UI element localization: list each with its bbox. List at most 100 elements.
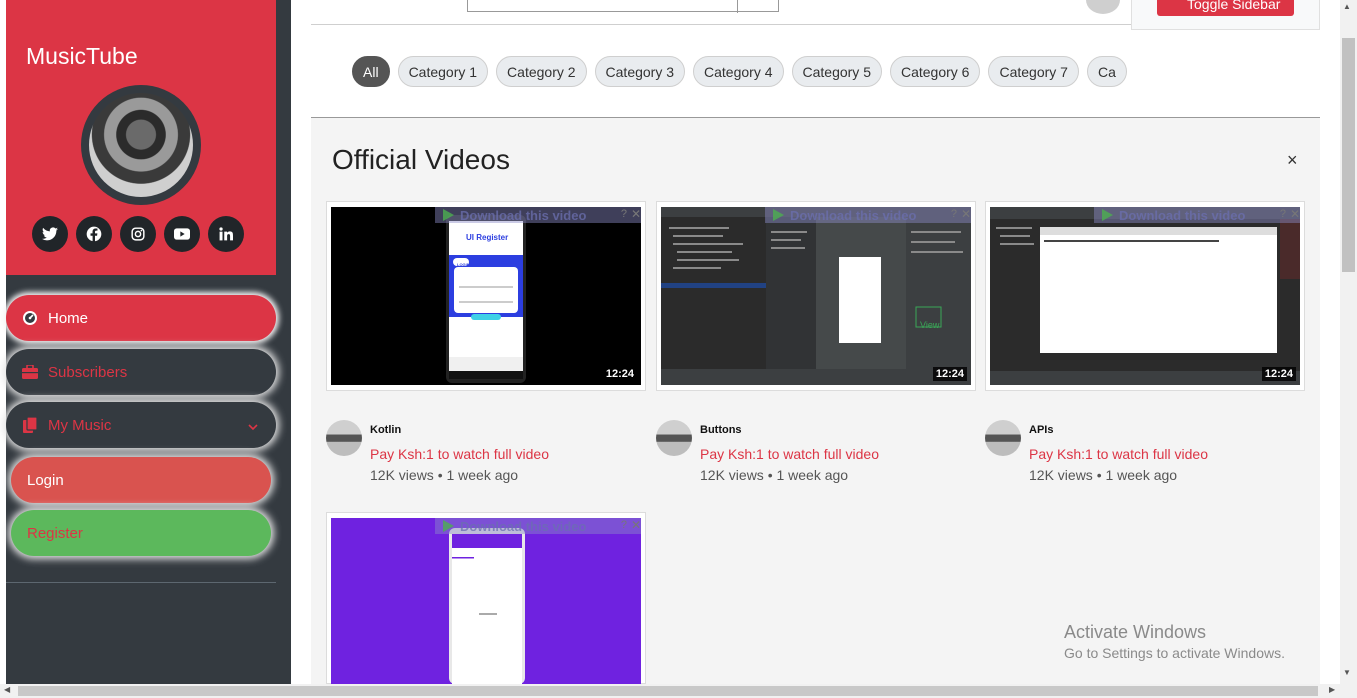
video-title[interactable]: APIs — [1029, 424, 1053, 436]
video-title[interactable]: Buttons — [700, 424, 742, 436]
user-avatar[interactable] — [1086, 0, 1120, 14]
video-stats: 12K views • 1 week ago — [1029, 467, 1178, 483]
toggle-sidebar-button[interactable]: Toggle Sidebar — [1157, 0, 1294, 16]
video-card[interactable]: Download this video ? ✕ — [326, 512, 646, 684]
category-chip[interactable]: Category 7 — [988, 56, 1079, 87]
download-label: Download this video — [460, 518, 587, 534]
category-chip[interactable]: Category 5 — [791, 56, 882, 87]
help-icon[interactable]: ? — [951, 208, 957, 220]
close-icon[interactable]: ✕ — [631, 207, 641, 221]
windows-activation-notice: Activate Windows Go to Settings to activ… — [1064, 622, 1285, 661]
login-button[interactable]: Login — [11, 457, 271, 503]
scroll-left-icon[interactable]: ◀ — [4, 685, 10, 694]
thumbnail-heading: UI Register — [466, 233, 509, 242]
download-overlay[interactable]: Download this video ? ✕ — [435, 518, 641, 534]
download-label: Download this video — [790, 207, 917, 223]
twitter-icon[interactable] — [32, 216, 68, 252]
scroll-right-icon[interactable]: ▶ — [1329, 685, 1335, 694]
register-label: Register — [27, 524, 83, 542]
avatar — [81, 85, 201, 205]
video-title[interactable]: Kotlin — [370, 424, 401, 436]
download-overlay[interactable]: Download this video ? ✕ — [1094, 207, 1300, 223]
video-stats: 12K views • 1 week ago — [700, 467, 849, 483]
copy-icon — [22, 417, 38, 433]
category-chip[interactable]: Category 2 — [496, 56, 587, 87]
scroll-down-icon[interactable]: ▼ — [1343, 668, 1351, 677]
scroll-up-icon[interactable]: ▲ — [1343, 2, 1351, 11]
linkedin-icon[interactable] — [208, 216, 244, 252]
section-title: Official Videos — [332, 144, 510, 175]
activation-title: Activate Windows — [1064, 622, 1207, 642]
sidebar-item-my-music[interactable]: My Music — [6, 402, 276, 448]
brand-title[interactable]: MusicTube — [26, 43, 138, 70]
video-card[interactable]: View 12:24 Download this video ? ✕ — [656, 201, 976, 391]
dashboard-icon — [22, 310, 38, 326]
video-thumbnail[interactable]: UI Register LOGIN Register 12:24 Downloa… — [331, 207, 641, 385]
help-icon[interactable]: ? — [621, 519, 627, 531]
pay-link[interactable]: Pay Ksh:1 to watch full video — [700, 446, 879, 462]
close-icon[interactable]: × — [1287, 150, 1298, 171]
play-icon — [443, 520, 454, 532]
download-overlay[interactable]: Download this video ? ✕ — [765, 207, 971, 223]
ide-thumbnail-art — [661, 207, 971, 385]
avatar-image — [89, 93, 193, 197]
download-label: Download this video — [460, 207, 587, 223]
horizontal-scroll-thumb[interactable] — [18, 686, 1318, 696]
thumbnail-login-tab: LOGIN — [457, 262, 470, 267]
vertical-scroll-thumb[interactable] — [1342, 38, 1355, 272]
thumbnail-view-label: View — [920, 320, 940, 330]
help-icon[interactable]: ? — [1280, 208, 1286, 220]
channel-avatar[interactable] — [326, 420, 362, 456]
sidebar-item-subscribers[interactable]: Subscribers — [6, 349, 276, 395]
category-chips: All Category 1 Category 2 Category 3 Categor… — [352, 56, 1130, 88]
youtube-icon[interactable] — [164, 216, 200, 252]
sidebar-item-label: Home — [48, 309, 89, 327]
video-thumbnail[interactable]: 12:24 Download this video ? ✕ — [990, 207, 1300, 385]
sidebar-divider — [6, 582, 276, 583]
video-duration: 12:24 — [602, 367, 637, 381]
activation-subtitle: Go to Settings to activate Windows. — [1064, 645, 1285, 661]
video-duration: 12:24 — [932, 367, 967, 381]
browser-thumbnail-art — [990, 207, 1300, 385]
chevron-down-icon[interactable] — [248, 418, 258, 435]
video-card[interactable]: 12:24 Download this video ? ✕ — [985, 201, 1305, 391]
video-stats: 12K views • 1 week ago — [370, 467, 519, 483]
instagram-icon[interactable] — [120, 216, 156, 252]
play-icon — [773, 209, 784, 221]
video-duration: 12:24 — [1261, 367, 1296, 381]
pay-link[interactable]: Pay Ksh:1 to watch full video — [370, 446, 549, 462]
register-button[interactable]: Register — [11, 510, 271, 556]
category-chip[interactable]: Category 1 — [397, 56, 489, 87]
help-icon[interactable]: ? — [621, 208, 627, 220]
category-chip[interactable]: All — [352, 56, 390, 87]
category-chip[interactable]: Category 3 — [594, 56, 686, 87]
facebook-icon[interactable] — [76, 216, 112, 252]
pay-link[interactable]: Pay Ksh:1 to watch full video — [1029, 446, 1208, 462]
sidebar: MusicTube Home Subscribers My Music Logi… — [0, 0, 291, 698]
close-icon[interactable]: ✕ — [961, 207, 971, 221]
phone-thumbnail-art — [449, 528, 525, 684]
social-links — [32, 216, 244, 252]
play-icon — [443, 209, 454, 221]
sidebar-item-label: Subscribers — [48, 363, 128, 381]
video-meta: APIs Pay Ksh:1 to watch full video 12K v… — [985, 420, 1305, 484]
channel-avatar[interactable] — [985, 420, 1021, 456]
video-card[interactable]: UI Register LOGIN Register 12:24 Downloa… — [326, 201, 646, 391]
video-thumbnail[interactable]: View 12:24 Download this video ? ✕ — [661, 207, 971, 385]
category-chip[interactable]: Ca — [1086, 56, 1127, 87]
close-icon[interactable]: ✕ — [1290, 207, 1300, 221]
briefcase-icon — [22, 364, 38, 380]
thumbnail-register-tab: Register — [499, 260, 520, 266]
video-thumbnail[interactable]: Download this video ? ✕ — [331, 518, 641, 684]
channel-avatar[interactable] — [656, 420, 692, 456]
search-input[interactable] — [467, 0, 779, 13]
sidebar-item-home[interactable]: Home — [6, 295, 276, 341]
category-chip[interactable]: Category 6 — [889, 56, 981, 87]
download-overlay[interactable]: Download this video ? ✕ — [435, 207, 641, 223]
profile-panel: MusicTube — [6, 0, 276, 275]
close-icon[interactable]: ✕ — [631, 518, 641, 532]
category-chip[interactable]: Category 4 — [693, 56, 784, 87]
sidebar-item-label: My Music — [48, 416, 112, 434]
login-label: Login — [27, 471, 64, 489]
header-divider — [311, 24, 1131, 25]
